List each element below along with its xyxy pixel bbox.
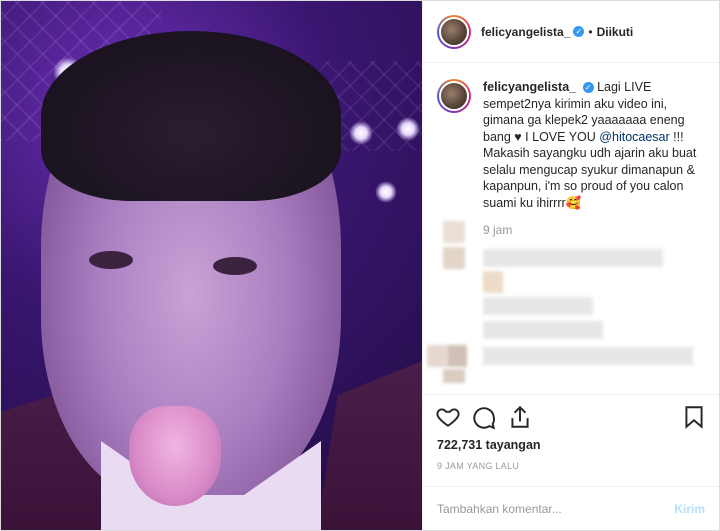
stage-light: [375, 181, 397, 203]
caption: felicyangelista_ ✓ Lagi LIVE sempet2nya …: [437, 79, 705, 211]
post-details-panel: felicyangelista_ ✓ • Diikuti felicyangel…: [422, 1, 719, 530]
comments-area: felicyangelista_ ✓ Lagi LIVE sempet2nya …: [423, 63, 719, 394]
action-bar: [423, 394, 719, 438]
blurred-comment: [443, 221, 465, 243]
heart-icon[interactable]: [435, 404, 461, 430]
add-comment-bar: Kirim: [423, 486, 719, 530]
eye: [89, 251, 133, 269]
post-timestamp[interactable]: 9 JAM YANG LALU: [423, 456, 719, 486]
avatar[interactable]: [437, 79, 471, 113]
caption-username[interactable]: felicyangelista_: [483, 80, 576, 94]
blurred-comment: [427, 345, 447, 367]
caption-time: 9 jam: [483, 223, 513, 237]
post-comment-button[interactable]: Kirim: [674, 502, 705, 516]
blurred-comment: [443, 247, 465, 269]
stage-light: [349, 121, 373, 145]
blurred-comment: [483, 249, 663, 267]
eye: [213, 257, 257, 275]
view-count[interactable]: 722,731 tayangan: [423, 438, 719, 456]
post-header: felicyangelista_ ✓ • Diikuti: [423, 1, 719, 63]
verified-badge-icon: ✓: [573, 26, 585, 37]
header-username[interactable]: felicyangelista_: [481, 25, 570, 39]
post-video[interactable]: [1, 1, 422, 530]
avatar[interactable]: [437, 14, 471, 49]
bookmark-icon[interactable]: [681, 404, 707, 430]
hair: [41, 31, 341, 201]
verified-badge-icon: ✓: [582, 82, 594, 94]
comment-icon[interactable]: [471, 404, 497, 430]
comment-input[interactable]: [437, 501, 675, 516]
separator: •: [588, 24, 593, 39]
blurred-comment: [483, 271, 503, 293]
blurred-comment: [483, 321, 603, 339]
caption-text: felicyangelista_ ✓ Lagi LIVE sempet2nya …: [483, 79, 705, 211]
instagram-post: felicyangelista_ ✓ • Diikuti felicyangel…: [0, 0, 720, 531]
blurred-comment: [447, 345, 467, 367]
mention-link[interactable]: @hitocaesar: [599, 130, 669, 144]
follow-status-button[interactable]: Diikuti: [597, 25, 634, 39]
stage-light: [396, 117, 420, 141]
share-icon[interactable]: [507, 404, 533, 430]
blurred-comment: [483, 297, 593, 315]
blurred-comment: [483, 347, 693, 365]
tongue: [129, 406, 221, 506]
blurred-comment: [443, 369, 465, 383]
